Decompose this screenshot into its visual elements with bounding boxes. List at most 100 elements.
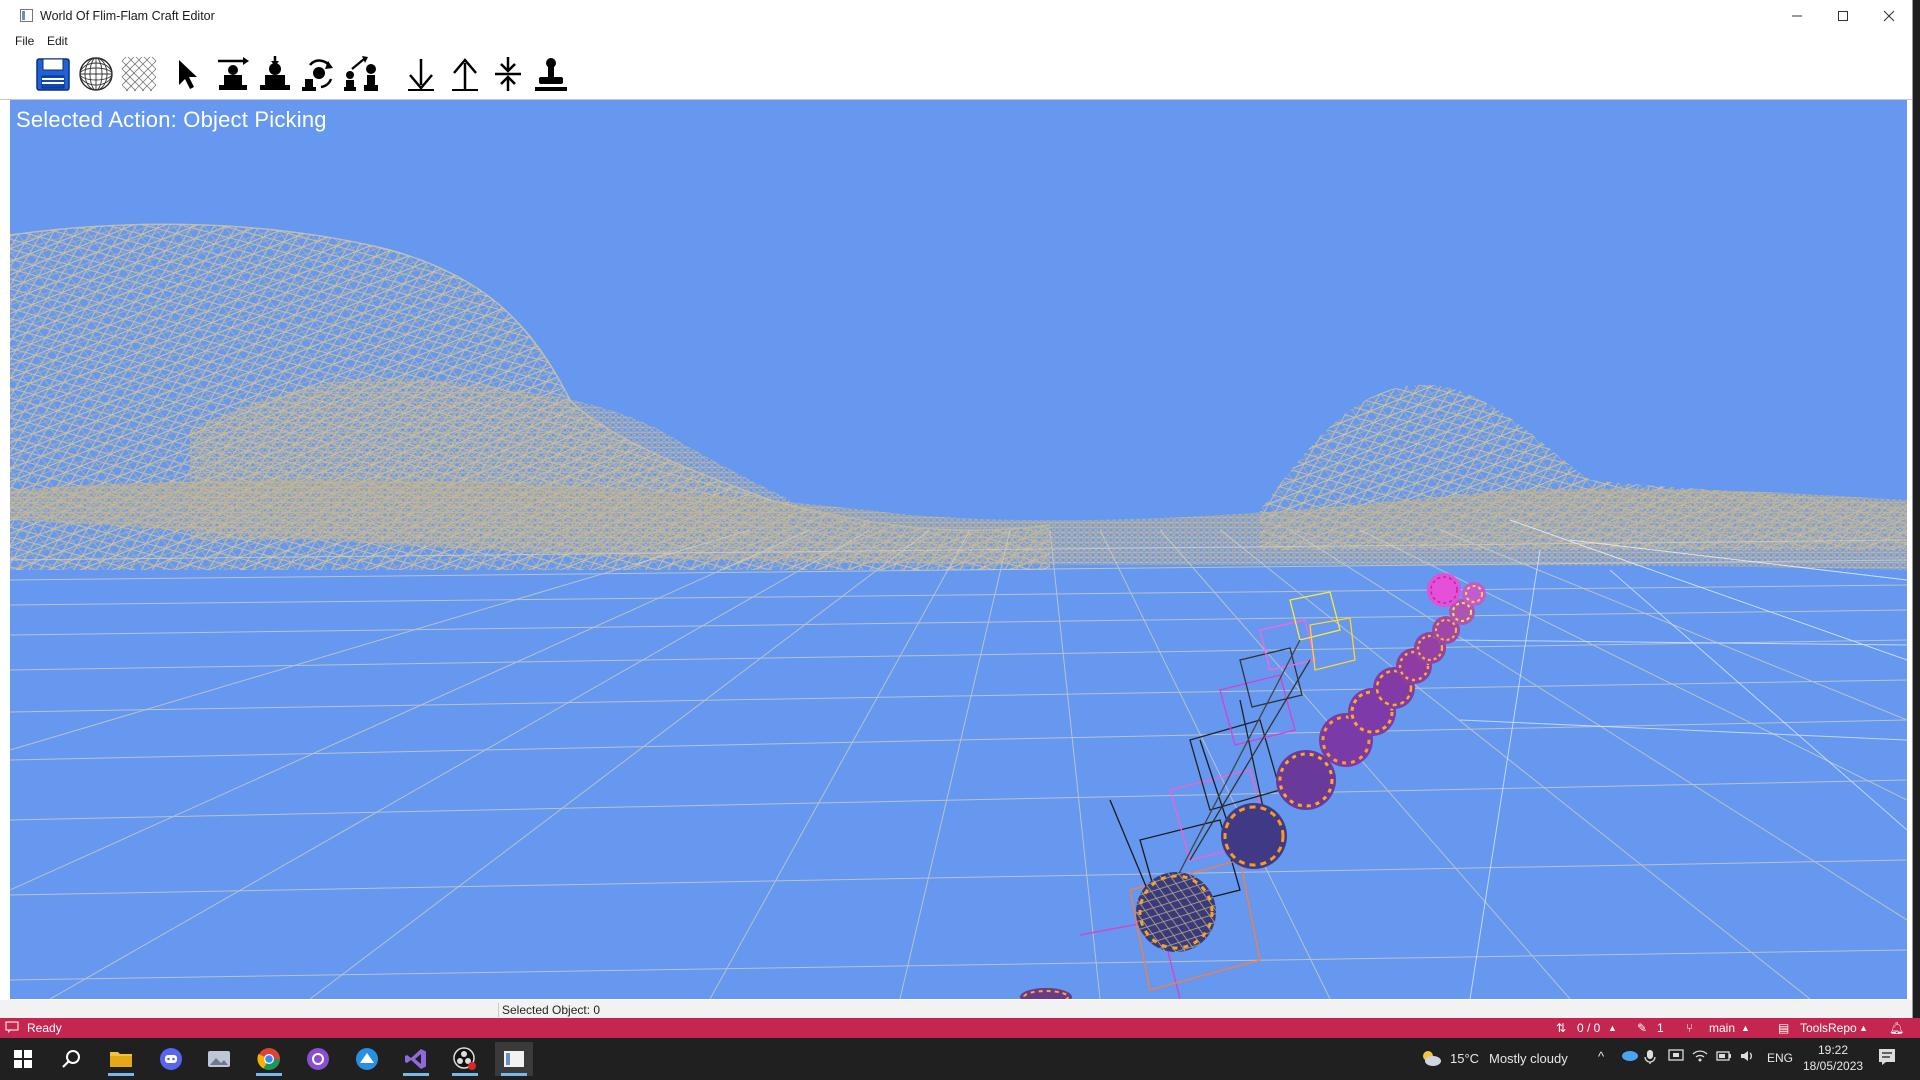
ready-label: Ready <box>27 1021 62 1035</box>
clock-date[interactable]: 18/05/2023 <box>1803 1059 1863 1073</box>
scale-tool-button[interactable] <box>342 55 380 93</box>
taskbar-file-explorer[interactable] <box>102 1042 140 1076</box>
taskbar-obs[interactable] <box>446 1042 484 1076</box>
maximize-icon <box>1838 11 1848 21</box>
pending-changes-count[interactable]: 1 <box>1657 1021 1664 1035</box>
windows-logo-icon <box>14 1050 32 1068</box>
branch-name[interactable]: main <box>1709 1021 1735 1035</box>
rotate-object-icon <box>302 59 333 91</box>
taskbar-discord[interactable] <box>152 1042 190 1076</box>
taskbar-purple-app[interactable] <box>299 1042 337 1076</box>
menu-file[interactable]: File <box>15 34 34 48</box>
ide-status-bar: Ready ⇅ 0 / 0 ▲ ✎ 1 ⑂ main ▲ ▤ ToolsRepo… <box>0 1018 1920 1038</box>
flatten-tool-button[interactable] <box>489 55 527 93</box>
repo-icon: ▤ <box>1778 1021 1790 1035</box>
taskbar-visual-studio[interactable] <box>397 1042 435 1076</box>
lift-tool-button[interactable] <box>446 55 484 93</box>
branch-chevron-up-icon: ▲ <box>1741 1023 1750 1033</box>
wifi-icon[interactable] <box>1692 1049 1708 1066</box>
ready-indicator[interactable] <box>5 1021 19 1036</box>
app-blue-icon <box>356 1048 378 1070</box>
flatten-icon <box>495 57 521 91</box>
floppy-disk-icon <box>36 58 70 91</box>
editor-window-icon <box>504 1051 524 1067</box>
place-tool-button[interactable] <box>256 55 294 93</box>
folder-icon <box>110 1052 132 1067</box>
mesh-grid-icon <box>121 56 157 92</box>
tray-expand-icon[interactable]: ^ <box>1598 1049 1604 1064</box>
menu-bar: File Edit <box>0 32 1912 50</box>
save-tool-button[interactable] <box>34 55 72 93</box>
selected-action-label: Selected Action: Object Picking <box>16 107 327 132</box>
ground-grid <box>10 519 1907 999</box>
search-button[interactable] <box>52 1042 90 1076</box>
taskbar-editor-app[interactable] <box>495 1042 533 1076</box>
display-icon[interactable] <box>1668 1049 1684 1066</box>
battery-icon[interactable] <box>1716 1049 1732 1066</box>
weather-temp[interactable]: 15°C <box>1450 1051 1479 1066</box>
sync-arrows-icon: ⇅ <box>1556 1021 1567 1035</box>
cursor-arrow-icon <box>179 60 197 89</box>
rotate-tool-button[interactable] <box>299 55 337 93</box>
raise-terrain-icon <box>218 57 249 90</box>
arrow-down-icon <box>408 59 434 91</box>
toolbar <box>0 50 1912 100</box>
app-circle-icon <box>307 1048 329 1070</box>
notification-icon[interactable] <box>1878 1048 1896 1069</box>
scale-object-icon <box>344 56 378 91</box>
minimize-icon <box>1792 15 1802 17</box>
weather-cloud-icon <box>1420 1049 1442 1070</box>
branch-icon: ⑂ <box>1686 1021 1694 1035</box>
minimize-button[interactable] <box>1774 0 1820 32</box>
place-object-icon <box>260 56 290 90</box>
active-indicator <box>501 1073 527 1076</box>
window-title: World Of Flim-Flam Craft Editor <box>40 9 215 23</box>
editor-status-bar: Selected Object: 0 <box>0 1000 1912 1018</box>
repo-chevron-up-icon: ▲ <box>1859 1023 1868 1033</box>
active-indicator <box>108 1073 134 1076</box>
visual-studio-icon <box>405 1049 426 1069</box>
start-button[interactable] <box>4 1042 42 1076</box>
taskbar-blue-app[interactable] <box>348 1042 386 1076</box>
stamp-tool-button[interactable] <box>532 55 570 93</box>
discord-icon <box>160 1048 182 1070</box>
menu-edit[interactable]: Edit <box>47 34 68 48</box>
active-indicator <box>256 1073 282 1076</box>
clock-time[interactable]: 19:22 <box>1818 1043 1848 1057</box>
language-indicator[interactable]: ENG <box>1767 1051 1793 1065</box>
taskbar-chrome[interactable] <box>250 1042 288 1076</box>
sphere-tool-button[interactable] <box>77 55 115 93</box>
arrow-up-icon <box>452 58 478 91</box>
terrain-grid-tool-button[interactable] <box>120 55 158 93</box>
bell-icon[interactable]: 🔔︎ <box>1889 1021 1904 1035</box>
stamp-icon <box>535 58 567 91</box>
close-button[interactable] <box>1866 0 1912 32</box>
object-picking-tool-button[interactable] <box>169 55 207 93</box>
app-icon <box>20 9 33 22</box>
weather-text[interactable]: Mostly cloudy <box>1489 1051 1568 1066</box>
chrome-icon <box>257 1048 280 1070</box>
maximize-button[interactable] <box>1820 0 1866 32</box>
selected-object-label: Selected Object: 0 <box>498 1003 600 1017</box>
onedrive-icon[interactable] <box>1620 1049 1638 1064</box>
terrain-scene[interactable] <box>10 100 1907 999</box>
photos-icon <box>208 1051 230 1067</box>
active-indicator <box>403 1073 429 1076</box>
microphone-icon[interactable] <box>1644 1049 1656 1068</box>
sync-count[interactable]: 0 / 0 <box>1577 1021 1600 1035</box>
sync-chevron-up-icon: ▲ <box>1608 1023 1617 1033</box>
lower-tool-button[interactable] <box>402 55 440 93</box>
message-icon <box>5 1021 19 1033</box>
volume-icon[interactable] <box>1740 1049 1756 1066</box>
title-bar[interactable]: World Of Flim-Flam Craft Editor <box>0 0 1912 32</box>
close-icon <box>1883 10 1895 22</box>
active-indicator <box>452 1073 478 1076</box>
search-icon <box>62 1050 80 1068</box>
repo-name[interactable]: ToolsRepo <box>1800 1021 1857 1035</box>
app-window: World Of Flim-Flam Craft Editor File Edi… <box>0 0 1912 1018</box>
raise-tool-button[interactable] <box>214 55 252 93</box>
obs-icon <box>453 1047 476 1070</box>
3d-viewport[interactable]: Selected Action: Object Picking <box>10 100 1907 999</box>
taskbar: 15°C Mostly cloudy ^ ENG 19:22 18/05/202… <box>0 1038 1920 1080</box>
taskbar-photos[interactable] <box>200 1042 238 1076</box>
